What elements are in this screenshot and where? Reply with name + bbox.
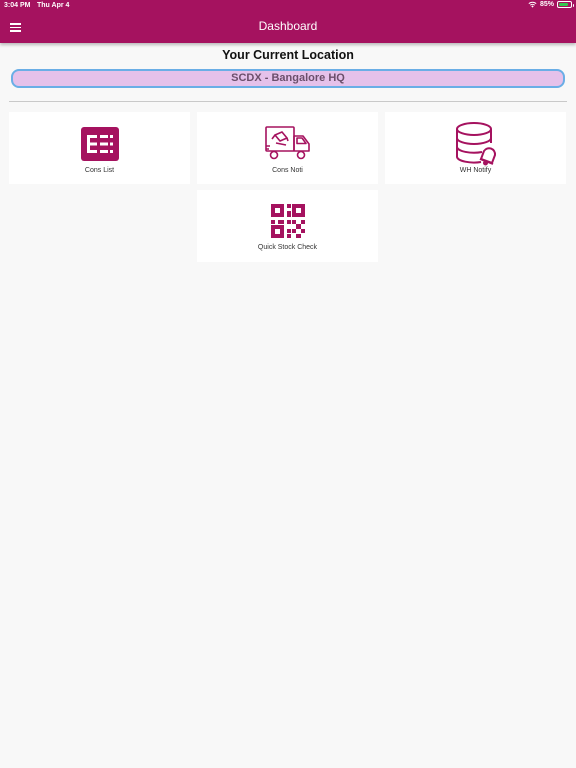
delivery-truck-icon bbox=[264, 126, 310, 160]
tile-quick-stock-check[interactable]: Quick Stock Check bbox=[197, 190, 378, 262]
qr-code-icon bbox=[270, 204, 305, 238]
wifi-icon bbox=[528, 1, 537, 8]
status-date: Thu Apr 4 bbox=[37, 2, 70, 9]
location-selector[interactable]: SCDX - Bangalore HQ bbox=[11, 69, 565, 88]
tile-cons-noti[interactable]: Cons Noti bbox=[197, 112, 378, 184]
battery-percent: 85% bbox=[539, 1, 554, 8]
page-title: Dashboard bbox=[258, 19, 318, 33]
tile-label: Cons List bbox=[84, 167, 115, 174]
database-bell-icon bbox=[455, 122, 496, 166]
list-icon bbox=[80, 127, 119, 161]
app-header: 3:04 PM Thu Apr 4 85% Dashboard bbox=[0, 0, 576, 43]
tile-label: Cons Noti bbox=[272, 167, 303, 174]
divider bbox=[9, 101, 567, 102]
location-heading: Your Current Location bbox=[222, 48, 354, 62]
battery-level bbox=[559, 3, 569, 6]
status-bar: 3:04 PM Thu Apr 4 85% bbox=[0, 0, 576, 12]
tile-cons-list[interactable]: Cons List bbox=[9, 112, 190, 184]
tile-label: WH Notify bbox=[459, 167, 492, 174]
battery-icon bbox=[557, 1, 574, 8]
status-indicators: 85% bbox=[528, 1, 574, 8]
status-time: 3:04 PM bbox=[4, 2, 31, 9]
tile-label: Quick Stock Check bbox=[257, 244, 318, 251]
tile-wh-notify[interactable]: WH Notify bbox=[385, 112, 566, 184]
